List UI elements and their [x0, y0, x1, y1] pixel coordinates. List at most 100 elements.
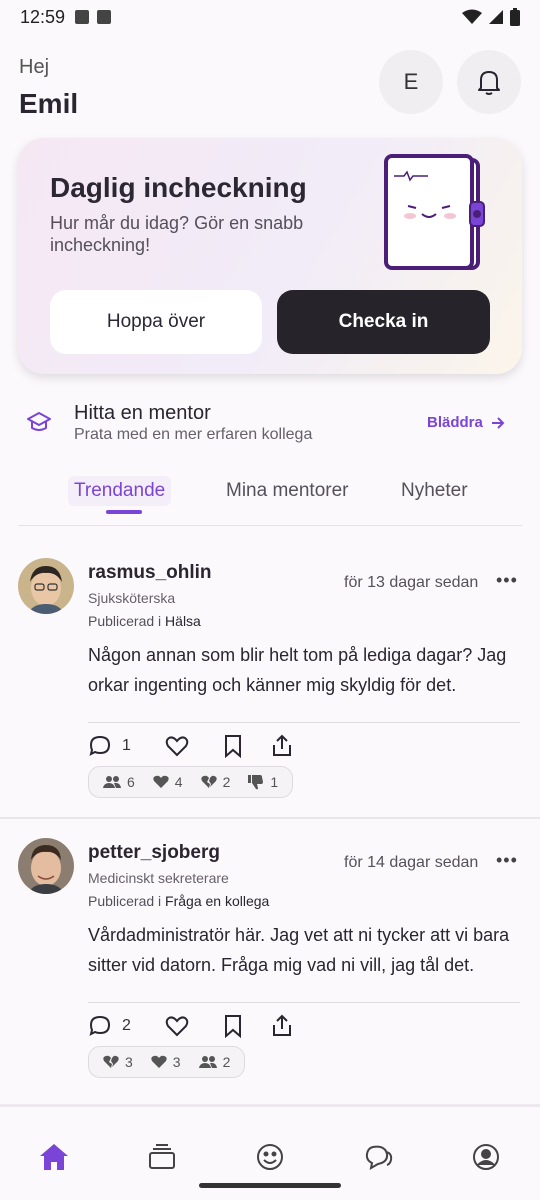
more-options-icon[interactable]: ••• — [496, 570, 518, 591]
share-button[interactable] — [271, 734, 293, 758]
reaction-people: 2 — [198, 1054, 231, 1070]
reaction-people: 6 — [103, 774, 135, 790]
post-published-in: Publicerad i Fråga en kollega — [88, 893, 269, 909]
post-actions: 2 — [88, 1012, 319, 1040]
share-icon — [272, 734, 291, 756]
like-button[interactable] — [165, 735, 189, 757]
broken-heart-icon — [103, 1055, 119, 1068]
reaction-count: 2 — [222, 1054, 231, 1070]
heart-outline-icon — [165, 1016, 189, 1037]
post-body: Vårdadministratör här. Jag vet att ni ty… — [88, 925, 510, 975]
profile-icon — [473, 1144, 499, 1170]
tab-nyheter[interactable]: Nyheter — [401, 480, 468, 502]
reaction-broken-heart: 2 — [200, 774, 231, 790]
status-time: 12:59 — [20, 6, 66, 27]
avatar-initial: E — [403, 69, 419, 94]
reaction-count: 4 — [174, 774, 183, 790]
nav-profile[interactable] — [466, 1137, 506, 1177]
people-icon — [198, 1056, 217, 1068]
header: Hej Emil E — [0, 50, 540, 130]
like-button[interactable] — [165, 1015, 189, 1037]
broken-heart-icon — [200, 775, 217, 788]
bookmark-icon — [224, 735, 241, 758]
notification-a-icon — [75, 10, 90, 24]
comment-button[interactable]: 1 — [88, 734, 131, 758]
post-role: Medicinskt sekreterare — [88, 870, 229, 886]
home-icon — [40, 1144, 68, 1170]
post-timestamp: för 13 dagar sedan — [344, 574, 479, 591]
active-tab-indicator — [106, 510, 142, 514]
sd-card-icon — [97, 10, 112, 24]
reactions-summary[interactable]: 6 4 2 1 — [88, 766, 294, 798]
nav-mood[interactable] — [250, 1137, 290, 1177]
comment-button[interactable]: 2 — [88, 1014, 131, 1038]
more-options-icon[interactable]: ••• — [496, 850, 518, 871]
browse-label: Bläddra — [427, 414, 483, 431]
checkin-subtitle: Hur mår du idag? Gör en snabb inchecknin… — [50, 213, 304, 255]
published-prefix: Publicerad i — [88, 613, 162, 629]
post-role: Sjuksköterska — [88, 590, 176, 606]
user-name: Emil — [19, 88, 79, 119]
tab-trendande[interactable]: Trendande — [68, 476, 172, 506]
post-category-link[interactable]: Hälsa — [165, 613, 201, 629]
checkin-button[interactable]: Checka in — [277, 290, 490, 354]
tab-mina-mentorer[interactable]: Mina mentorer — [226, 480, 349, 502]
battery-icon — [510, 8, 520, 26]
thumbs-down-icon — [248, 775, 264, 790]
chat-icon — [365, 1145, 393, 1170]
notebook-illustration — [384, 154, 485, 270]
notifications-button[interactable] — [457, 50, 521, 114]
find-mentor-row[interactable]: Hitta en mentor Prata med en mer erfaren… — [0, 396, 540, 452]
profile-avatar-button[interactable]: E — [379, 50, 443, 114]
reaction-count: 1 — [270, 774, 279, 790]
browse-link[interactable]: Bläddra — [427, 414, 505, 431]
heart-icon — [151, 1055, 167, 1068]
published-prefix: Publicerad i — [88, 893, 162, 909]
post-body: Någon annan som blir helt tom på lediga … — [88, 645, 507, 695]
post-separator — [88, 722, 520, 723]
status-bar: 12:59 — [0, 0, 540, 34]
post-username[interactable]: petter_sjoberg — [88, 842, 220, 864]
reaction-broken-heart: 3 — [103, 1054, 133, 1070]
comment-icon — [89, 1015, 111, 1036]
reaction-count: 3 — [172, 1054, 181, 1070]
post-card[interactable]: rasmus_ohlin Sjuksköterska Publicerad i … — [0, 540, 540, 816]
greeting-text: Hej — [19, 56, 50, 78]
reactions-summary[interactable]: 3 3 2 — [88, 1046, 246, 1078]
reaction-count: 3 — [125, 1054, 133, 1070]
bell-icon — [478, 71, 500, 95]
bookmark-icon — [224, 1015, 241, 1038]
skip-button[interactable]: Hoppa över — [50, 290, 262, 354]
stack-icon — [149, 1144, 175, 1169]
comment-count: 2 — [122, 1017, 131, 1034]
post-username[interactable]: rasmus_ohlin — [88, 562, 212, 584]
bookmark-button[interactable] — [223, 734, 243, 758]
reaction-thumbs-down: 1 — [248, 774, 278, 790]
mentor-title: Hitta en mentor — [74, 402, 211, 424]
daily-checkin-card: Daglig incheckning Hur mår du idag? Gör … — [18, 138, 522, 374]
post-card[interactable]: petter_sjoberg Medicinskt sekreterare Pu… — [0, 820, 540, 1098]
signal-icon — [489, 10, 503, 24]
comment-icon — [89, 735, 111, 756]
post-separator — [88, 1002, 520, 1003]
post-timestamp: för 14 dagar sedan — [344, 854, 479, 871]
share-button[interactable] — [271, 1014, 293, 1038]
checkin-title: Daglig incheckning — [50, 172, 307, 203]
smiley-icon — [257, 1144, 283, 1170]
nav-chat[interactable] — [358, 1137, 398, 1177]
post-published-in: Publicerad i Hälsa — [88, 613, 201, 629]
bookmark-button[interactable] — [223, 1014, 243, 1038]
reaction-heart: 3 — [151, 1054, 181, 1070]
reaction-count: 2 — [222, 774, 231, 790]
feed-divider — [0, 817, 540, 819]
home-indicator[interactable] — [199, 1183, 341, 1188]
reaction-count: 6 — [127, 774, 135, 790]
graduation-cap-icon — [27, 412, 51, 431]
nav-home[interactable] — [34, 1137, 74, 1177]
avatar[interactable] — [18, 838, 74, 894]
wifi-icon — [462, 9, 482, 24]
avatar[interactable] — [18, 558, 74, 614]
post-category-link[interactable]: Fråga en kollega — [165, 893, 269, 909]
nav-feed[interactable] — [142, 1137, 182, 1177]
heart-icon — [153, 775, 169, 788]
